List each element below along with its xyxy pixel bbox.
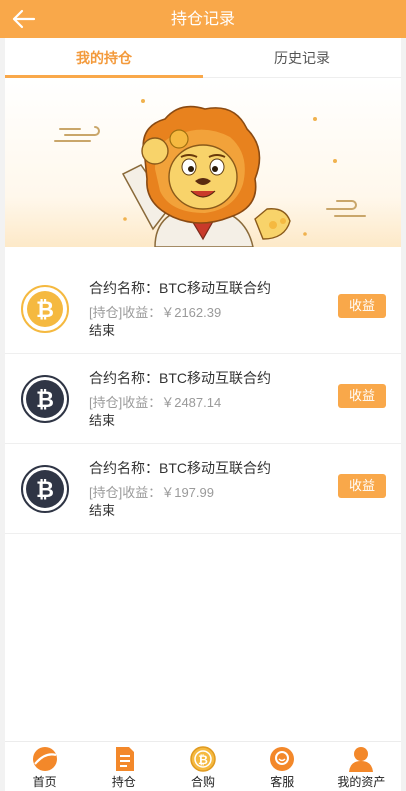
position-profit: [持仓]收益：￥2162.39 (89, 305, 222, 320)
bitcoin-gold-icon: ₿ (21, 285, 69, 333)
tabbar-item-home[interactable]: 首页 (5, 742, 84, 791)
tab-bar: 我的持仓 历史记录 (5, 38, 401, 78)
page-title: 持仓记录 (170, 11, 235, 28)
contract-name: 合约名称：BTC移动互联合约 (89, 370, 271, 386)
svg-text:₿: ₿ (36, 388, 54, 413)
tabbar-label: 合购 (191, 775, 216, 789)
svg-text:₿: ₿ (36, 478, 54, 503)
cloud-icon (326, 200, 366, 217)
position-status: 结束 (89, 503, 116, 518)
chat-icon (270, 747, 295, 771)
bitcoin-dark-icon: ₿ (21, 465, 69, 513)
document-icon (115, 747, 134, 771)
position-profit: [持仓]收益：￥197.99 (89, 485, 214, 500)
tabbar-item-assets[interactable]: 我的资产 (322, 742, 401, 791)
position-status: 结束 (89, 413, 116, 428)
user-icon (349, 747, 374, 772)
tab-history[interactable]: 历史记录 (203, 38, 401, 77)
header-bar: 持仓记录 (0, 0, 406, 38)
list-item: ₿ 合约名称：BTC移动互联合约 [持仓]收益：￥197.99 结束 收益 (5, 444, 401, 534)
tabbar-item-positions[interactable]: 持仓 (84, 742, 163, 791)
position-status: 结束 (89, 323, 116, 338)
contract-name: 合约名称：BTC移动互联合约 (89, 460, 271, 476)
banner-lion-illustration (5, 79, 401, 247)
coin-icon: ₿ (190, 746, 216, 772)
svg-text:₿: ₿ (36, 298, 54, 323)
tabbar-label: 持仓 (111, 775, 136, 789)
svg-text:₿: ₿ (198, 753, 208, 767)
bottom-tab-bar: 首页 持仓 ₿ 合购 客服 我的资产 (5, 741, 401, 791)
tabbar-item-purchase[interactable]: ₿ 合购 (163, 742, 242, 791)
profit-button[interactable]: 收益 (338, 474, 386, 498)
positions-list: ₿ 合约名称：BTC移动互联合约 [持仓]收益：￥2162.39 结束 收益 ₿… (5, 264, 401, 534)
lion-mascot-image (54, 99, 366, 247)
bitcoin-dark-icon: ₿ (21, 375, 69, 423)
contract-name: 合约名称：BTC移动互联合约 (89, 280, 271, 296)
profit-button[interactable]: 收益 (338, 384, 386, 408)
list-item: ₿ 合约名称：BTC移动互联合约 [持仓]收益：￥2162.39 结束 收益 (5, 264, 401, 354)
cloud-icon (54, 126, 100, 142)
list-item: ₿ 合约名称：BTC移动互联合约 [持仓]收益：￥2487.14 结束 收益 (5, 354, 401, 444)
tabbar-label: 我的资产 (337, 775, 386, 789)
profit-button[interactable]: 收益 (338, 294, 386, 318)
tabbar-item-service[interactable]: 客服 (243, 742, 322, 791)
tab-my-positions[interactable]: 我的持仓 (5, 38, 203, 78)
tabbar-label: 客服 (270, 775, 295, 789)
home-icon (32, 747, 57, 771)
tabbar-label: 首页 (32, 775, 57, 789)
position-profit: [持仓]收益：￥2487.14 (89, 395, 222, 410)
